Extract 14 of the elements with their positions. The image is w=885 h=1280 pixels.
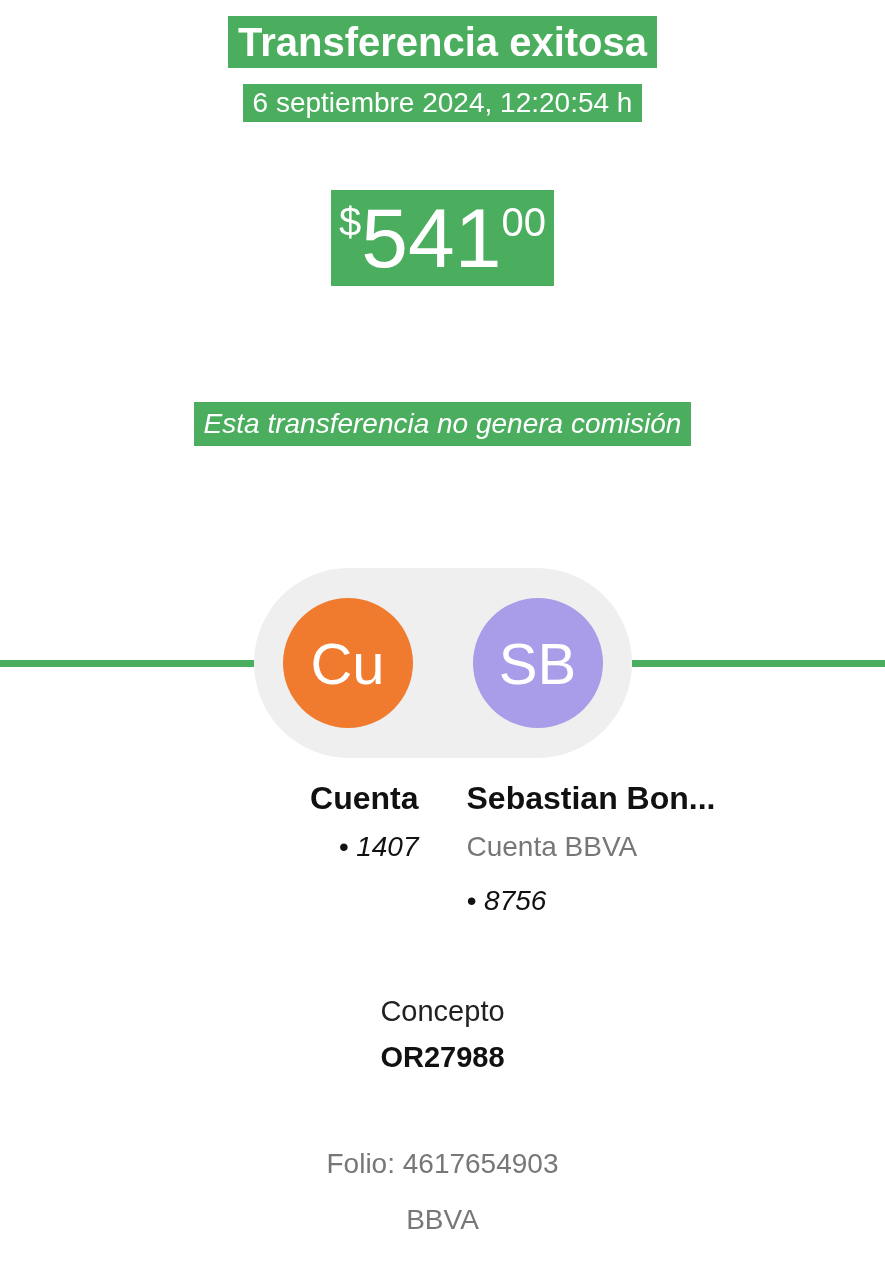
account-name: Sebastian Bon...	[466, 779, 716, 818]
avatar: Cu	[282, 598, 413, 728]
avatar: SB	[472, 598, 603, 728]
account-type: Cuenta BBVA	[466, 830, 638, 864]
account-number: • 8756	[466, 884, 547, 918]
folio-number: Folio: 4617654903	[326, 1147, 559, 1181]
account-name: Cuenta	[310, 779, 419, 818]
concept-label: Concepto	[380, 994, 505, 1029]
bank-name: BBVA	[406, 1203, 479, 1237]
transfer-date: 6 septiembre 2024, 12:20:54 h	[242, 84, 643, 122]
transfer-title: Transferencia exitosa	[227, 16, 658, 68]
concept-value: OR27988	[380, 1040, 505, 1075]
commission-note: Esta transferencia no genera comisión	[193, 402, 692, 446]
account-number: • 1407	[338, 830, 419, 864]
